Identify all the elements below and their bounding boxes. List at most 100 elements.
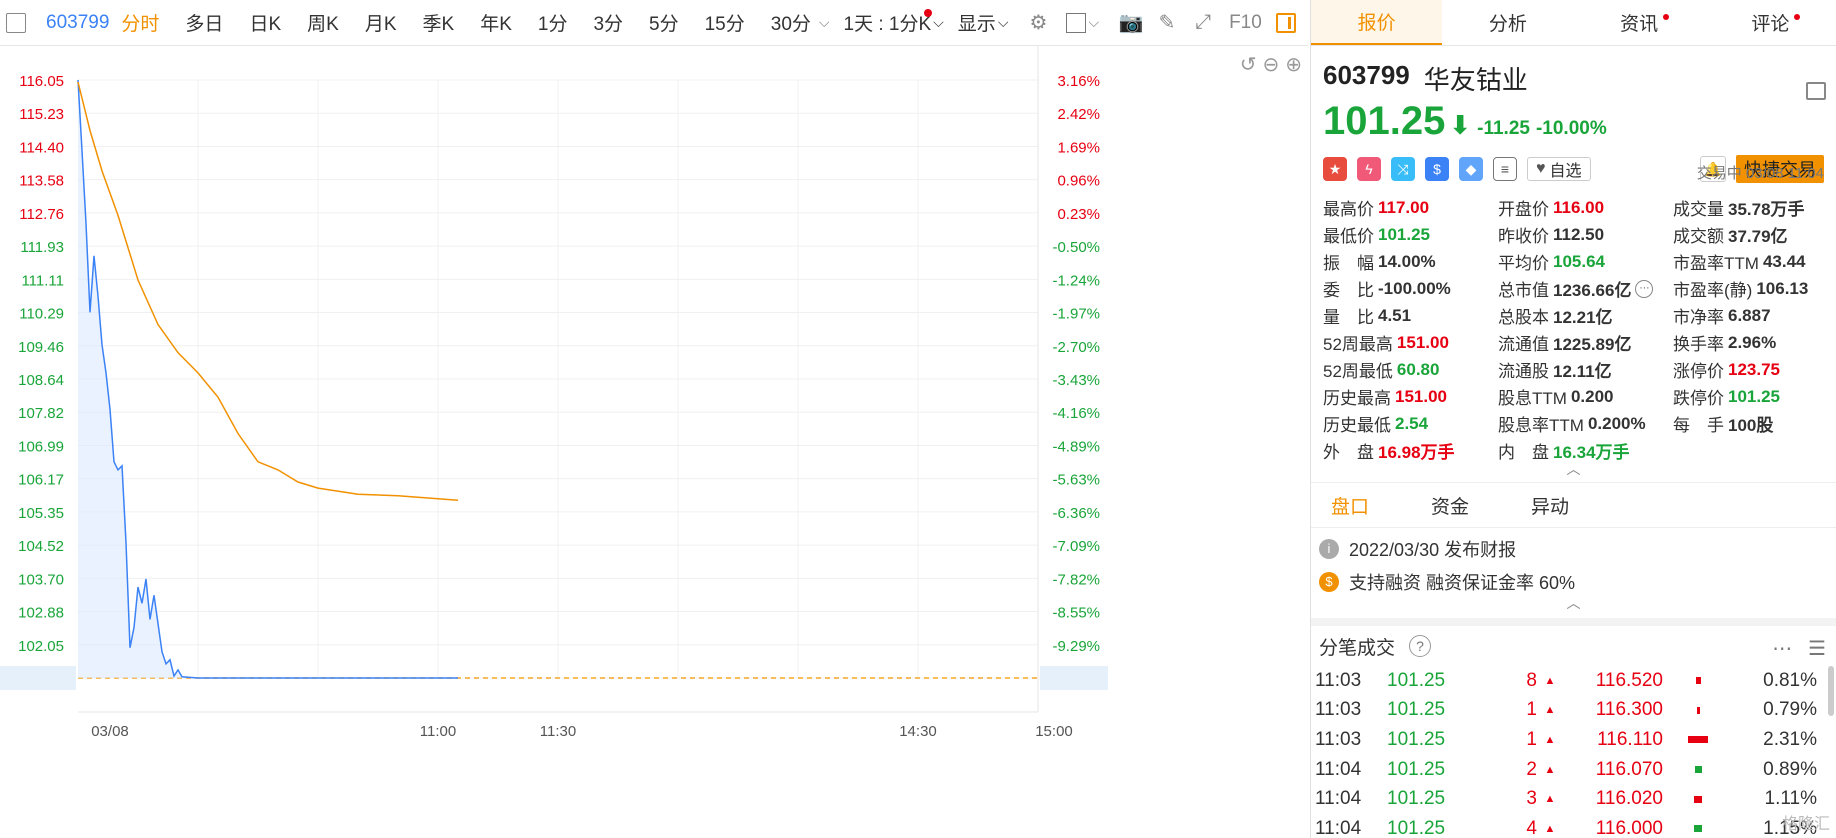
quote-stat: 市净率 6.887	[1673, 302, 1833, 329]
period-tab[interactable]: 月K	[365, 0, 397, 46]
pct-tick-label: -5.63%	[1052, 472, 1100, 489]
period-tab[interactable]: 30分	[771, 0, 811, 46]
stock-name: 华友钴业	[1423, 65, 1528, 95]
quote-stat: 历史最高 151.00	[1323, 383, 1498, 410]
y-tick-label: 103.70	[18, 571, 64, 588]
quote-stat-value: 101.25	[1728, 386, 1780, 406]
panel-tab[interactable]: 报价	[1311, 0, 1443, 45]
pencil-icon[interactable]: ✎	[1155, 11, 1179, 35]
quote-stat: 最低价 101.25	[1323, 221, 1498, 248]
intraday-chart[interactable]: 116.05 115.23 114.40 113.58 112.76 111.93 111.…	[0, 46, 1308, 838]
panel-toggle-icon[interactable]	[1275, 12, 1296, 33]
y-tick-label: 102.88	[18, 605, 64, 622]
collapse-up-icon[interactable]: ︿	[1311, 462, 1836, 478]
quote-stat-value: 35.78万手	[1728, 200, 1805, 219]
period-tab[interactable]: 日K	[249, 0, 281, 46]
tick-bar	[1663, 825, 1733, 833]
quote-stat: 历史最低 2.54	[1323, 410, 1498, 437]
china-flag-icon[interactable]: ★	[1323, 157, 1347, 181]
camera-icon[interactable]: 📷	[1119, 11, 1144, 35]
layout-box-icon[interactable]	[1066, 12, 1087, 33]
quote-stat-value: 106.13	[1756, 278, 1809, 298]
sidebar-toggle-icon[interactable]	[6, 12, 26, 33]
f10-button[interactable]: F10	[1229, 0, 1262, 46]
quote-stat-value: 116.00	[1553, 197, 1605, 217]
info-text: 支持融资 融资保证金率 60%	[1349, 572, 1576, 593]
quote-stat: 总股本 12.21亿	[1498, 302, 1673, 329]
tag-icon[interactable]: ◆	[1459, 157, 1483, 181]
y-tick-label: 110.29	[19, 306, 64, 323]
help-icon[interactable]: ?	[1409, 635, 1432, 657]
period-tab[interactable]: 15分	[705, 0, 745, 46]
quote-stat-label: 52周最高	[1323, 335, 1393, 354]
period-select[interactable]: 1天 : 1分K ⌵	[844, 0, 944, 46]
period-tab[interactable]: 周K	[307, 0, 339, 46]
quote-stat-label: 历史最低	[1323, 416, 1391, 435]
tick-percent: 2.31%	[1763, 728, 1817, 750]
panel-tab[interactable]: 资讯	[1574, 0, 1705, 45]
period-tab[interactable]: 多日	[185, 0, 223, 46]
panel-tab[interactable]: 评论	[1705, 0, 1836, 45]
panel-menu-icon[interactable]	[1806, 82, 1826, 100]
tick-time: 11:03	[1315, 728, 1362, 750]
notification-dot	[1794, 14, 1800, 20]
quote-stat-label: 最低价	[1323, 227, 1374, 246]
chart-canvas: 116.05 115.23 114.40 113.58 112.76 111.93 111.…	[0, 46, 1108, 740]
fullscreen-icon[interactable]: ⤢	[1191, 11, 1215, 35]
add-watchlist-button[interactable]: ♥ 自选	[1527, 157, 1591, 181]
display-menu[interactable]: 显示 ⌵	[958, 0, 1009, 46]
lightning-icon[interactable]: ϟ	[1357, 157, 1381, 181]
x-tick-label: 11:30	[540, 723, 576, 740]
zoom-in-icon[interactable]: ⊕	[1285, 52, 1302, 77]
more-icon[interactable]: ⋯	[1635, 279, 1654, 298]
quote-stat-value: 37.79亿	[1728, 227, 1788, 246]
quote-stat: 总市值 1236.66亿 ⋯	[1498, 275, 1673, 302]
quote-stat-label: 涨停价	[1673, 362, 1724, 381]
chevron-down-icon[interactable]: ⌵	[819, 14, 830, 31]
stock-code-label: 603799	[46, 11, 110, 33]
reset-icon[interactable]: ↺	[1240, 52, 1257, 77]
settings-gear-icon[interactable]: ⚙	[1026, 11, 1050, 35]
chevron-down-icon[interactable]: ⌵	[1088, 14, 1099, 31]
info-text: 2022/03/30 发布财报	[1349, 539, 1517, 560]
zoom-out-icon[interactable]: ⊖	[1262, 52, 1279, 77]
quote-stat: 市盈率(静) 106.13	[1673, 275, 1833, 302]
quote-stat-value: 16.98万手	[1378, 443, 1455, 462]
detail-tab[interactable]: 异动	[1531, 492, 1569, 519]
panel-tab-label: 分析	[1488, 14, 1527, 35]
trade-status: 交易中 03/08 11:04	[1696, 165, 1824, 182]
period-tab[interactable]: 5分	[649, 0, 679, 46]
last-price: 101.25	[1323, 99, 1446, 143]
quote-stat: 52周最高 151.00	[1323, 329, 1498, 356]
dollar-icon[interactable]: $	[1425, 157, 1449, 181]
panel-tab-label: 资讯	[1620, 14, 1659, 35]
period-tab[interactable]: 1分	[538, 0, 568, 46]
tick-bar	[1663, 766, 1733, 774]
list-icon[interactable]: ☰	[1808, 636, 1826, 661]
more-icon[interactable]: ⋯	[1772, 636, 1792, 661]
panel-tab[interactable]: 分析	[1442, 0, 1573, 45]
detail-tab[interactable]: 盘口	[1331, 492, 1369, 519]
quote-stat-label: 总市值	[1498, 281, 1549, 300]
ticks-header: 分笔成交 ? ⋯ ☰	[1311, 618, 1836, 666]
pct-tick-label: -7.09%	[1052, 538, 1100, 555]
pct-tick-label: -7.82%	[1052, 571, 1100, 588]
period-tab[interactable]: 分时	[121, 0, 159, 46]
quote-stat-value: 151.00	[1395, 386, 1447, 406]
quote-stat: 委 比 -100.00%	[1323, 275, 1498, 302]
pct-tick-label: 0.23%	[1057, 206, 1100, 223]
period-tab[interactable]: 年K	[480, 0, 512, 46]
panel-tab-label: 报价	[1357, 13, 1396, 34]
note-icon[interactable]: ≡	[1493, 157, 1517, 181]
period-tab[interactable]: 季K	[423, 0, 455, 46]
quote-stat-value: 16.34万手	[1553, 443, 1630, 462]
detail-tab[interactable]: 资金	[1431, 492, 1469, 519]
shuffle-icon[interactable]: ⤨	[1391, 157, 1415, 181]
quote-stat-label: 市盈率TTM	[1673, 254, 1759, 273]
quote-stat-label: 股息TTM	[1498, 389, 1567, 408]
ticks-scrollbar[interactable]	[1828, 666, 1834, 716]
quote-stat-value: -100.00%	[1378, 278, 1451, 298]
period-tab[interactable]: 3分	[593, 0, 623, 46]
tick-percent: 0.81%	[1763, 669, 1817, 691]
collapse-up-icon[interactable]: ︿	[1311, 596, 1836, 612]
